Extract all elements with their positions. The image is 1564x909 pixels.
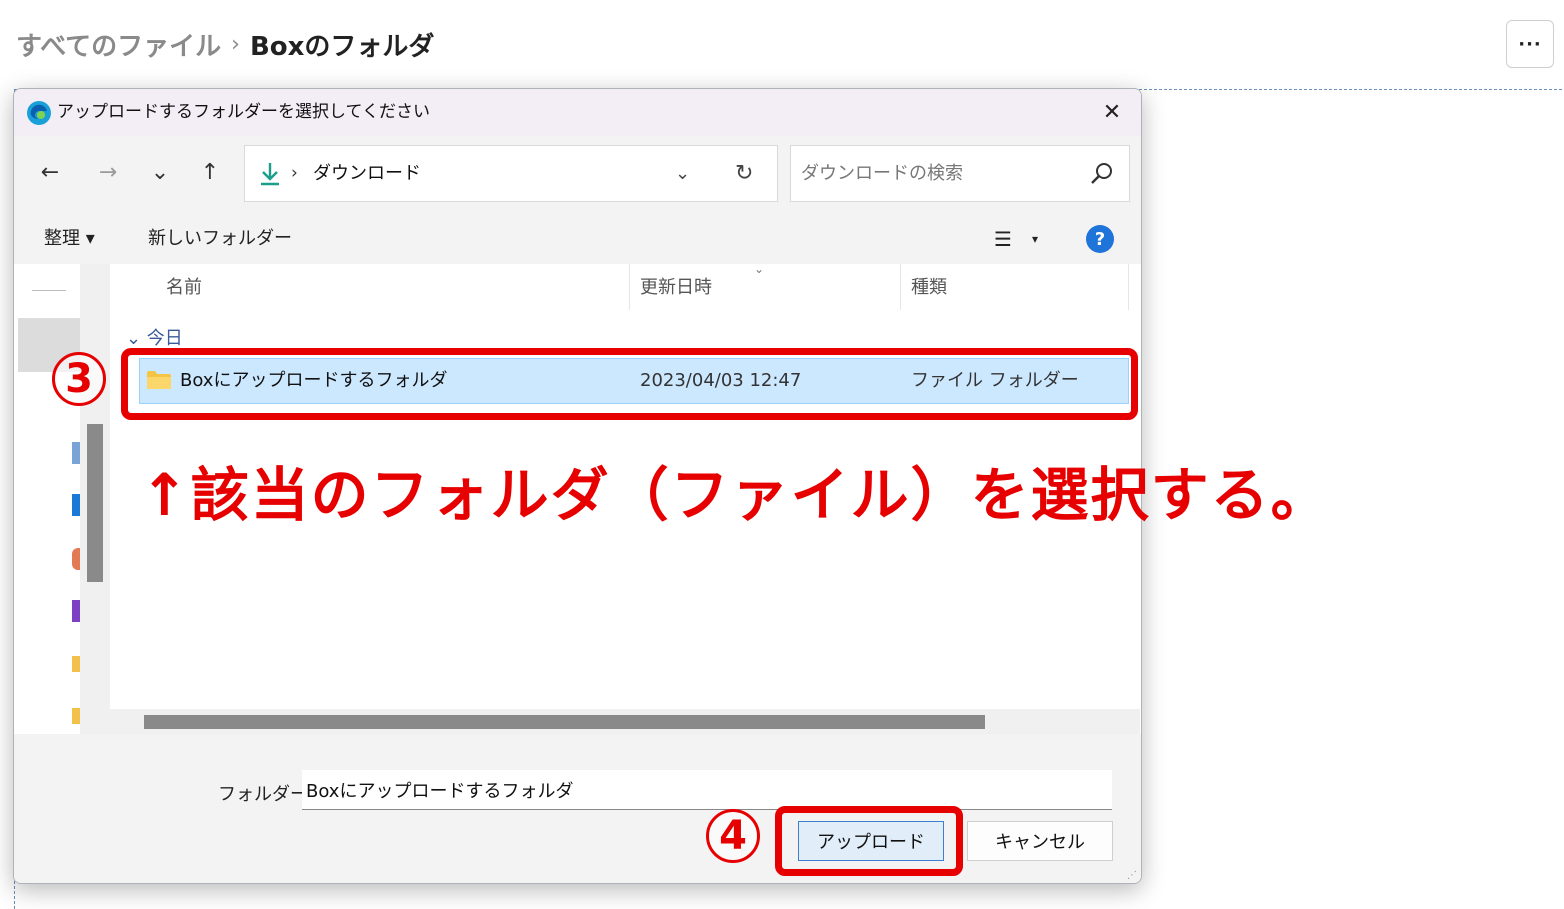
up-arrow-icon[interactable]: ↑ [190, 152, 230, 192]
nav-videos-icon[interactable] [72, 600, 80, 622]
column-header-modified[interactable]: 更新日時 [640, 264, 712, 312]
nav-downloads-icon[interactable] [72, 494, 80, 516]
sort-chevron-icon: ⌄ [754, 262, 765, 276]
navigation-bar: ← → ⌄ ↑ › ダウンロード ⌄ ↻ ダウンロードの検索 [14, 136, 1141, 214]
horizontal-scrollbar-thumb[interactable] [144, 715, 985, 729]
address-path[interactable]: ダウンロード [313, 146, 421, 201]
nav-pane-divider [32, 290, 66, 291]
nav-pane-scrollbar[interactable] [80, 264, 110, 734]
command-toolbar: 整理 ▾ 新しいフォルダー ☰ ▾ ? [14, 214, 1141, 264]
column-header-name[interactable]: 名前 [166, 264, 202, 312]
new-folder-button[interactable]: 新しいフォルダー [148, 214, 292, 264]
back-arrow-icon[interactable]: ← [30, 152, 70, 192]
step-3-marker: 3 [52, 352, 106, 406]
breadcrumb-current-folder: Boxのフォルダ [249, 31, 435, 62]
highlight-upload-button [775, 806, 963, 876]
address-separator: › [291, 163, 298, 183]
group-header-today[interactable]: ⌄ 今日 [126, 324, 183, 350]
refresh-icon[interactable]: ↻ [735, 146, 753, 201]
resize-grip-icon[interactable]: ⋰ [1127, 870, 1137, 881]
search-box[interactable]: ダウンロードの検索 [790, 145, 1130, 202]
step-4-marker: 4 [706, 809, 760, 863]
view-dropdown-icon[interactable]: ▾ [1032, 214, 1038, 264]
highlight-selected-folder [121, 348, 1138, 420]
column-divider[interactable] [629, 264, 630, 310]
close-button[interactable]: ✕ [1083, 89, 1141, 136]
folder-name-input[interactable] [302, 770, 1112, 810]
forward-arrow-icon[interactable]: → [88, 152, 128, 192]
nav-music-icon[interactable] [72, 548, 80, 570]
cancel-button[interactable]: キャンセル [967, 821, 1113, 861]
nav-documents-icon[interactable] [72, 442, 80, 464]
column-divider[interactable] [1128, 264, 1129, 310]
more-options-button[interactable]: ··· [1506, 20, 1554, 68]
search-placeholder: ダウンロードの検索 [801, 163, 963, 184]
recent-locations-chevron-icon[interactable]: ⌄ [140, 152, 180, 192]
download-icon [261, 163, 279, 186]
horizontal-scrollbar[interactable] [110, 709, 1140, 734]
dialog-titlebar[interactable]: アップロードするフォルダーを選択してください ✕ [14, 89, 1141, 136]
help-icon[interactable]: ? [1086, 225, 1114, 253]
folder-field-label: フォルダー: [218, 784, 315, 805]
view-options-icon[interactable]: ☰ [994, 214, 1012, 264]
edge-browser-icon [27, 101, 51, 125]
column-divider[interactable] [900, 264, 901, 310]
address-bar[interactable]: › ダウンロード ⌄ ↻ [244, 145, 778, 202]
navigation-pane [14, 264, 81, 734]
dialog-title: アップロードするフォルダーを選択してください [57, 102, 430, 122]
instruction-annotation: ↑該当のフォルダ（ファイル）を選択する。 [140, 461, 1331, 529]
breadcrumb: すべてのファイル › Boxのフォルダ [16, 24, 434, 64]
nav-folder-icon[interactable] [72, 656, 80, 672]
breadcrumb-separator: › [231, 31, 240, 57]
search-icon[interactable] [1089, 161, 1115, 187]
address-dropdown-icon[interactable]: ⌄ [675, 146, 690, 201]
nav-pane-scrollbar-thumb[interactable] [87, 424, 103, 582]
nav-folder-icon[interactable] [72, 708, 80, 724]
dialog-footer: フォルダー: アップロード キャンセル ⋰ [14, 734, 1141, 883]
column-header-type[interactable]: 種類 [911, 264, 947, 312]
breadcrumb-all-files[interactable]: すべてのファイル [16, 26, 221, 63]
organize-menu[interactable]: 整理 ▾ [44, 214, 95, 264]
